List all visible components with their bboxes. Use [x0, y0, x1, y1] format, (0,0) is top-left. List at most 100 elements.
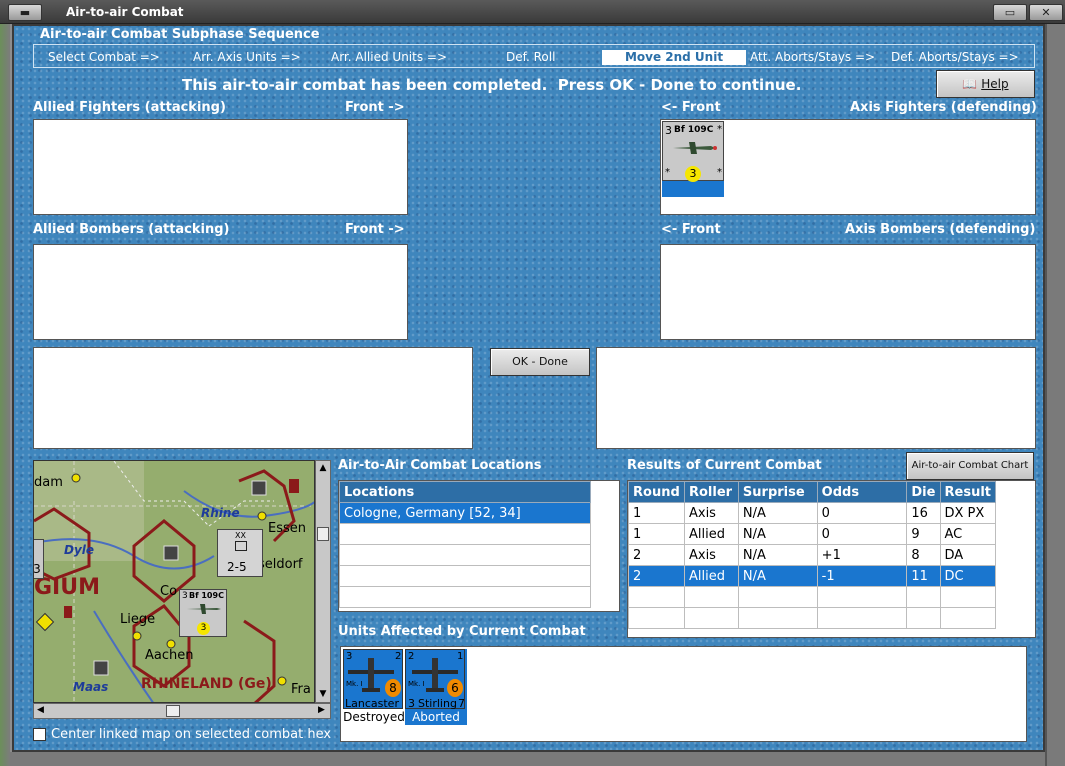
step-arr-axis-units: Arr. Axis Units => [193, 50, 301, 64]
window-right-border [1045, 24, 1065, 766]
cell: Allied [683, 523, 739, 545]
window-bottom-border [10, 752, 1045, 766]
results-header-roller: Roller [683, 481, 739, 503]
location-cell: Cologne, Germany [52, 34] [339, 502, 591, 524]
scroll-down-arrow[interactable]: ▼ [318, 689, 328, 699]
map-fighter-counter[interactable]: 3 Bf 109C 3 [179, 589, 227, 637]
window-titlebar[interactable]: ▬ Air-to-air Combat ▭ ✕ [0, 0, 1065, 24]
close-button[interactable]: ✕ [1029, 4, 1063, 21]
cell: N/A [737, 523, 818, 545]
stirling-counter: 2 1 Mk. I 6 3 Stirling 7 [405, 649, 465, 710]
cell: Axis [683, 544, 739, 566]
corps-strength: 2-5 [227, 560, 247, 574]
fighter-plane-icon [673, 142, 717, 154]
location-row-empty [339, 544, 591, 566]
results-header-round: Round [628, 481, 685, 503]
units-affected-box[interactable]: 3 2 Mk. I 8 Lancaster Destroyed 2 1 Mk. … [340, 646, 1027, 742]
help-button[interactable]: 📖 Help [936, 70, 1035, 98]
units-affected-title: Units Affected by Current Combat [338, 624, 586, 639]
combat-chart-button[interactable]: Air-to-air Combat Chart [906, 452, 1034, 480]
table-row[interactable]: 2 Axis N/A +1 8 DA [628, 544, 996, 566]
center-map-checkbox[interactable] [33, 728, 46, 741]
map-label-rhineland: RHINELAND (Ge) [141, 676, 272, 692]
map-partial-counter[interactable]: 3 [34, 539, 44, 579]
cell: AC [939, 523, 996, 545]
table-row-empty [628, 607, 996, 629]
table-row[interactable]: 1 Axis N/A 0 16 DX PX [628, 502, 996, 524]
scroll-thumb-h[interactable] [166, 705, 180, 717]
step-select-combat: Select Combat => [48, 50, 160, 64]
location-row-empty [339, 586, 591, 608]
results-table-box[interactable]: Round Roller Surprise Odds Die Result 1A… [627, 480, 1036, 638]
table-row[interactable]: 1 Allied N/A 0 9 AC [628, 523, 996, 545]
cell: -1 [816, 565, 908, 587]
map-label-liege: Liege [120, 612, 156, 627]
cell: 9 [906, 523, 941, 545]
sequence-title: Air-to-air Combat Subphase Sequence [40, 27, 320, 42]
ok-done-button[interactable]: OK - Done [490, 348, 590, 376]
unit-stirling[interactable]: 2 1 Mk. I 6 3 Stirling 7 Aborted [405, 649, 467, 725]
axis-bombers-front: <- Front [661, 222, 721, 237]
cell: DA [939, 544, 996, 566]
map-corps-counter[interactable]: XX 2-5 [217, 529, 263, 577]
results-header-result: Result [939, 481, 996, 503]
results-table: Round Roller Surprise Odds Die Result 1A… [628, 481, 996, 629]
location-row[interactable]: Cologne, Germany [52, 34] [339, 502, 591, 524]
scroll-up-arrow[interactable]: ▲ [318, 463, 328, 473]
stirling-br: 7 [458, 697, 465, 710]
axis-info-box [596, 347, 1036, 449]
axis-fighter-slot[interactable]: 3 Bf 109C * * * 3 [662, 121, 724, 197]
axis-bombers-box[interactable] [660, 244, 1036, 340]
map-horizontal-scrollbar[interactable]: ◀ ▶ [33, 703, 331, 719]
system-menu-button[interactable]: ▬ [8, 4, 42, 21]
cell: 1 [628, 523, 685, 545]
map-label-seldorf: seldorf [258, 557, 303, 572]
cell: DX PX [939, 502, 996, 524]
lancaster-name: Lancaster [345, 697, 399, 710]
step-move-2nd-unit: Move 2nd Unit [602, 50, 746, 65]
cell: 2 [628, 544, 685, 566]
stirling-value: 6 [447, 679, 463, 697]
center-map-checkbox-label: Center linked map on selected combat hex [51, 727, 332, 742]
allied-bombers-box[interactable] [33, 244, 408, 340]
map-label-cologne-partial: Co [160, 584, 178, 599]
map-label-aachen: Aachen [145, 648, 194, 663]
cell: 11 [906, 565, 941, 587]
map-vertical-scrollbar[interactable]: ▲ ▼ [315, 460, 331, 703]
cell: N/A [737, 544, 818, 566]
minimize-button[interactable]: ▭ [993, 4, 1027, 21]
allied-info-box [33, 347, 473, 449]
results-header-die: Die [906, 481, 941, 503]
bf109c-counter[interactable]: 3 Bf 109C * * * 3 [662, 121, 724, 182]
counter-star: * [717, 124, 722, 135]
cell: 2 [628, 565, 685, 587]
scroll-left-arrow[interactable]: ◀ [37, 705, 44, 715]
mini-map[interactable]: dam Rhine Essen Dyle seldorf GIUM Liege … [33, 460, 315, 703]
scroll-right-arrow[interactable]: ▶ [318, 705, 325, 715]
allied-fighters-front: Front -> [345, 100, 405, 115]
scroll-thumb-v[interactable] [317, 527, 329, 541]
cell: 8 [906, 544, 941, 566]
cell: Axis [683, 502, 739, 524]
cell: 0 [816, 502, 908, 524]
allied-fighters-box[interactable] [33, 119, 408, 215]
map-counter-name: Bf 109C [189, 591, 224, 600]
map-counter-left: 3 [182, 591, 188, 601]
lancaster-counter: 3 2 Mk. I 8 Lancaster [343, 649, 403, 710]
map-fighter-plane-icon [187, 604, 221, 614]
infantry-symbol-icon [235, 541, 247, 551]
results-title: Results of Current Combat [627, 458, 822, 473]
table-row-selected[interactable]: 2 Allied N/A -1 11 DC [628, 565, 996, 587]
lancaster-tr: 2 [395, 651, 402, 662]
counter-value-circle: 3 [685, 166, 701, 182]
map-label-essen: Essen [268, 521, 306, 536]
stirling-status: Aborted [412, 710, 460, 724]
map-label-dyle: Dyle [64, 543, 95, 557]
step-arr-allied-units: Arr. Allied Units => [331, 50, 448, 64]
unit-lancaster[interactable]: 3 2 Mk. I 8 Lancaster Destroyed [343, 649, 405, 725]
table-row-empty [628, 586, 996, 608]
locations-list[interactable]: Locations Cologne, Germany [52, 34] [338, 480, 620, 612]
results-header-surprise: Surprise [737, 481, 818, 503]
corps-size-label: XX [235, 531, 246, 540]
locations-header: Locations [339, 481, 591, 503]
